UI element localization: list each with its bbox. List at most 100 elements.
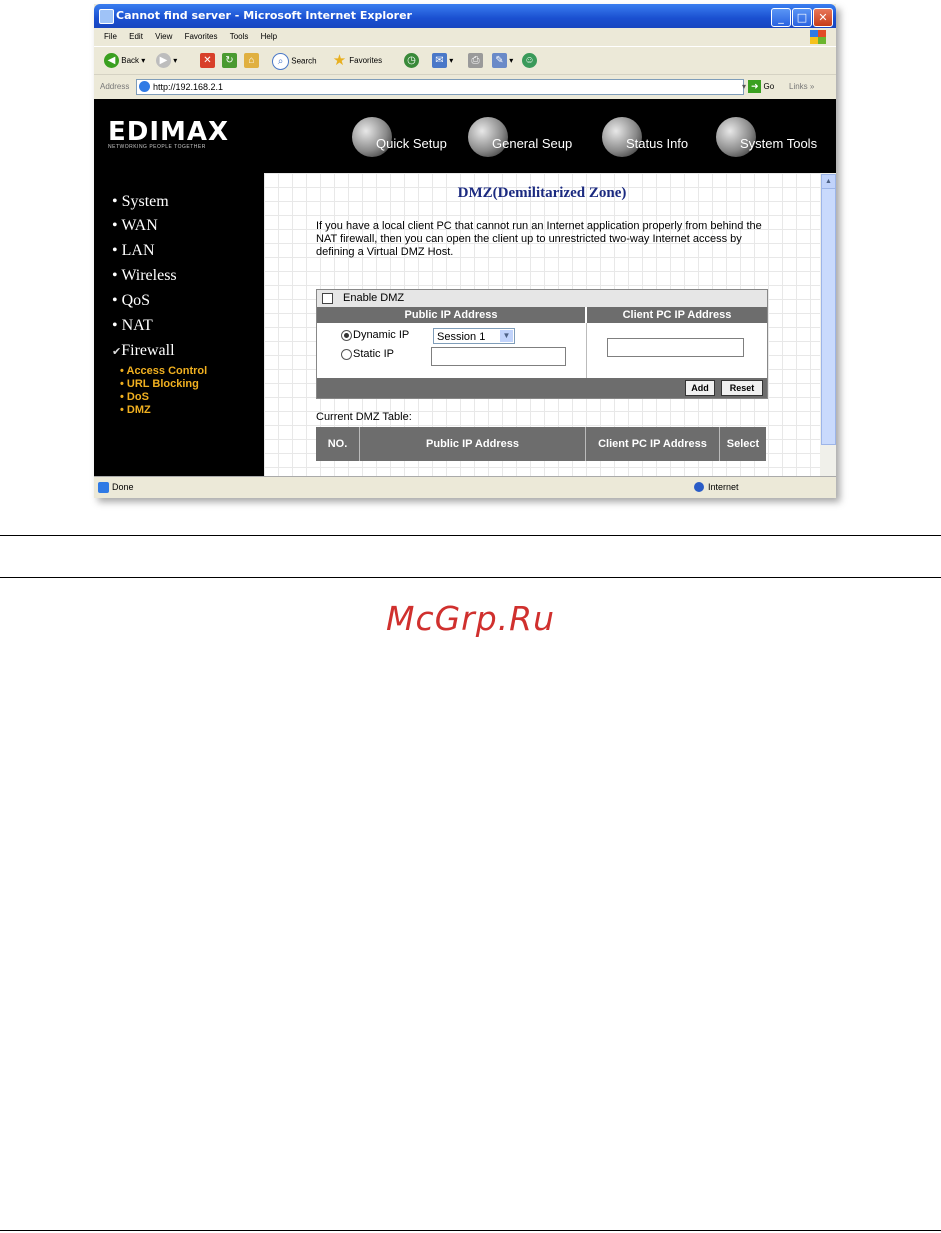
- sidebar-label: WAN: [121, 217, 158, 234]
- messenger-icon: ☺: [522, 53, 537, 69]
- sidebar-item-lan[interactable]: • LAN: [112, 242, 155, 260]
- address-label: Address: [100, 82, 130, 91]
- search-icon: ⌕: [272, 53, 289, 70]
- star-icon: ★: [332, 52, 347, 70]
- static-ip-radio[interactable]: [341, 349, 352, 360]
- windows-logo-icon: [810, 30, 826, 44]
- menu-help[interactable]: Help: [261, 28, 277, 46]
- favorites-button[interactable]: ★ Favorites: [332, 53, 382, 69]
- menu-view[interactable]: View: [155, 28, 172, 46]
- links-button[interactable]: Links »: [789, 82, 814, 91]
- search-button[interactable]: ⌕ Search: [272, 53, 317, 70]
- home-button[interactable]: ⌂: [244, 53, 259, 69]
- back-label: Back: [121, 56, 140, 65]
- chevron-down-icon: ▼: [500, 330, 513, 342]
- vertical-scrollbar[interactable]: ▲: [820, 173, 836, 476]
- horizontal-rule: [0, 535, 941, 536]
- go-button[interactable]: ▾ ➜ Go: [742, 79, 774, 95]
- menu-file[interactable]: File: [104, 28, 117, 46]
- edit-button[interactable]: ✎ ▾: [492, 53, 513, 69]
- watermark: McGrp.Ru: [385, 599, 556, 638]
- checkmark-icon: ✔: [112, 346, 122, 358]
- sidebar-subitem-dmz[interactable]: • DMZ: [120, 404, 151, 416]
- sidebar-subitem-dos[interactable]: • DoS: [120, 391, 149, 403]
- mail-button[interactable]: ✉ ▾: [432, 53, 453, 69]
- history-button[interactable]: ◷: [404, 53, 419, 69]
- public-ip-header: Public IP Address: [317, 307, 585, 323]
- sidebar-item-system[interactable]: • System: [112, 193, 169, 211]
- menu-tools[interactable]: Tools: [230, 28, 249, 46]
- client-pc-ip-input[interactable]: [607, 338, 744, 357]
- stop-button[interactable]: ✕: [200, 53, 215, 69]
- add-button[interactable]: Add: [685, 380, 715, 396]
- enable-dmz-checkbox[interactable]: [322, 293, 333, 304]
- refresh-button[interactable]: ↻: [222, 53, 237, 69]
- static-ip-input[interactable]: [431, 347, 566, 366]
- logo-tagline: NETWORKING PEOPLE TOGETHER: [108, 144, 206, 150]
- session-select[interactable]: Session 1 ▼: [433, 328, 515, 344]
- home-icon: ⌂: [244, 53, 259, 69]
- sidebar-sublabel: DMZ: [126, 404, 151, 416]
- sidebar-subitem-access-control[interactable]: • Access Control: [120, 365, 207, 377]
- dmz-form: Enable DMZ Public IP Address Client PC I…: [316, 289, 768, 399]
- static-ip-label: Static IP: [353, 348, 394, 360]
- back-button[interactable]: ◀ Back ▾: [104, 53, 145, 69]
- horizontal-rule: [0, 577, 941, 578]
- address-url: http://192.168.2.1: [153, 82, 224, 92]
- sidebar-sublabel: DoS: [126, 391, 149, 403]
- sidebar-item-nat[interactable]: • NAT: [112, 317, 153, 335]
- sidebar-label: LAN: [121, 242, 155, 259]
- dynamic-ip-label: Dynamic IP: [353, 329, 410, 341]
- forward-button[interactable]: ▶ ▾: [156, 53, 177, 69]
- go-label: Go: [763, 82, 775, 91]
- dynamic-ip-radio[interactable]: [341, 330, 352, 341]
- page-title: DMZ(Demilitarized Zone): [457, 185, 627, 201]
- sidebar: • System • WAN • LAN • Wireless • QoS • …: [94, 173, 264, 476]
- zone-text: Internet: [708, 482, 739, 492]
- refresh-icon: ↻: [222, 53, 237, 69]
- scroll-thumb[interactable]: [821, 188, 836, 445]
- menu-edit[interactable]: Edit: [129, 28, 143, 46]
- enable-dmz-label: Enable DMZ: [343, 292, 405, 304]
- go-arrow-icon: ➜: [748, 80, 762, 94]
- minimize-button[interactable]: _: [771, 8, 791, 27]
- sidebar-label: System: [121, 193, 169, 210]
- sidebar-item-qos[interactable]: • QoS: [112, 292, 150, 310]
- menu-favorites[interactable]: Favorites: [185, 28, 218, 46]
- close-button[interactable]: ✕: [813, 8, 833, 27]
- browser-window: Cannot find server - Microsoft Internet …: [94, 4, 836, 498]
- sidebar-item-wireless[interactable]: • Wireless: [112, 267, 177, 285]
- messenger-button[interactable]: ☺: [522, 53, 537, 69]
- maximize-button[interactable]: □: [792, 8, 812, 27]
- edit-icon: ✎: [492, 53, 507, 69]
- sidebar-sublabel: Access Control: [126, 365, 208, 377]
- client-ip-header: Client PC IP Address: [587, 307, 767, 323]
- sidebar-subitem-url-blocking[interactable]: • URL Blocking: [120, 378, 199, 390]
- mail-icon: ✉: [432, 53, 447, 69]
- scroll-up-icon[interactable]: ▲: [821, 174, 836, 189]
- internet-zone-icon: [694, 482, 704, 492]
- horizontal-rule: [0, 1230, 941, 1231]
- table-header-select: Select: [726, 438, 760, 450]
- address-input[interactable]: http://192.168.2.1: [136, 79, 744, 95]
- page-icon: [139, 81, 150, 92]
- sidebar-item-wan[interactable]: • WAN: [112, 217, 158, 235]
- page-description: If you have a local client PC that canno…: [316, 220, 762, 258]
- dmz-table: NO. Public IP Address Client PC IP Addre…: [316, 427, 766, 461]
- status-text: Done: [112, 482, 134, 492]
- reset-button[interactable]: Reset: [721, 380, 763, 396]
- print-button[interactable]: ⎙: [468, 53, 483, 69]
- column-divider: [586, 323, 587, 378]
- router-header: EDIMAX NETWORKING PEOPLE TOGETHER Quick …: [94, 99, 836, 173]
- sidebar-sublabel: URL Blocking: [126, 378, 199, 390]
- sidebar-label: Wireless: [121, 267, 177, 284]
- form-button-row: Add Reset: [317, 378, 767, 398]
- window-title: Cannot find server - Microsoft Internet …: [116, 9, 412, 22]
- printer-icon: ⎙: [468, 53, 483, 69]
- sidebar-label: Firewall: [121, 342, 175, 359]
- nav-quick-setup-label: Quick Setup: [376, 136, 447, 151]
- ie-app-icon: [99, 9, 114, 24]
- address-bar: Address http://192.168.2.1 ▾ ➜ Go Links …: [94, 74, 836, 99]
- sidebar-item-firewall[interactable]: ✔Firewall: [112, 342, 175, 360]
- favorites-label: Favorites: [349, 56, 383, 65]
